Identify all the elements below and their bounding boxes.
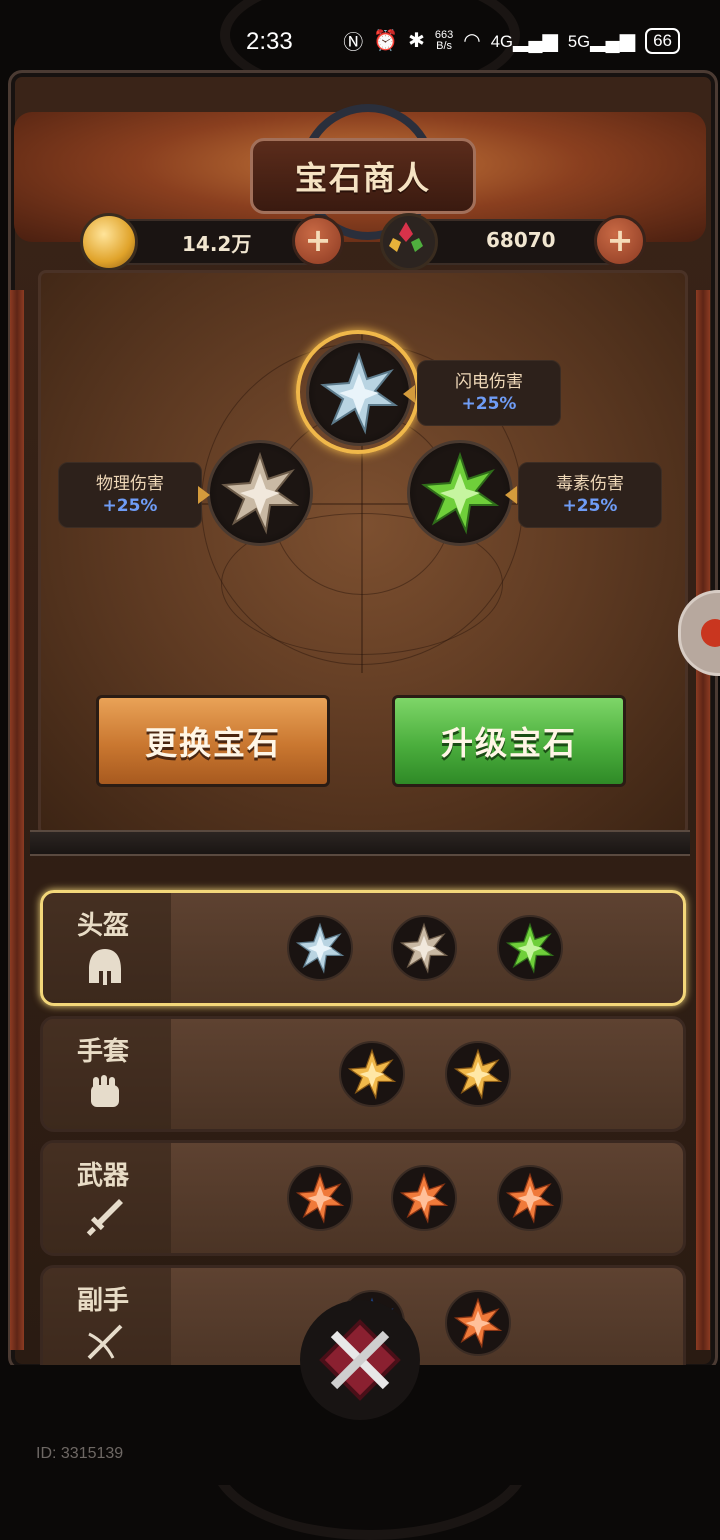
network-speed: 663 B/s [434,28,454,52]
orange-gem-icon [295,1172,345,1224]
change-gem-button[interactable]: 更换宝石 [96,695,330,787]
row-gem-slot[interactable] [287,915,353,981]
wifi-icon: ◠ [463,30,481,52]
physical-gem-icon [221,451,300,535]
gem-slot-poison[interactable] [407,440,513,546]
coin-amount: 14.2万 [182,232,252,256]
orange-gem-icon [453,1297,503,1349]
glove-icon [91,1075,119,1107]
bluetooth-icon: ✱ [408,30,425,52]
tooltip-arrow [505,486,517,504]
row-gem-slot[interactable] [497,1165,563,1231]
physical-gem-icon [399,922,449,974]
status-time: 2:33 [246,28,293,55]
poison-gem-icon [421,451,500,535]
orange-gem-icon [399,1172,449,1224]
gem-cluster-icon [389,222,423,252]
add-coins-button[interactable]: + [292,215,344,267]
alarm-icon: ⏰ [373,30,399,52]
row-label: 副手 [77,1286,130,1316]
equipment-row-helmet[interactable]: 头盔 [40,890,686,1006]
gem-currency-icon [380,213,438,271]
coin-icon [80,213,138,271]
poison-damage-tooltip: 毒素伤害 +25% [518,462,662,528]
tomato-icon [701,619,720,647]
sword-icon [86,1199,123,1236]
add-gems-button[interactable]: + [594,215,646,267]
signal-4g: 4G▂▄▆ [490,30,558,52]
gem-slot-physical[interactable] [207,440,313,546]
tooltip-arrow [403,385,415,403]
poison-gem-icon [505,922,555,974]
left-rail [10,290,24,1350]
gem-amount: 68070 [486,228,556,252]
crossbow-icon [87,1324,123,1360]
gem-slot-lightning[interactable] [306,340,412,446]
lightning-damage-tooltip: 闪电伤害 +25% [417,360,561,426]
panel-divider [30,830,690,856]
row-gem-slot[interactable] [287,1165,353,1231]
status-icons: Ⓝ ⏰ ✱ 663 B/s ◠ 4G▂▄▆ 5G▂▄▆ 66 [343,26,680,55]
row-gem-slot[interactable] [391,1165,457,1231]
lightning-gem-icon [320,351,399,435]
upgrade-gem-button[interactable]: 升级宝石 [392,695,626,787]
close-button[interactable] [300,1300,420,1420]
helmet-icon [89,949,121,985]
row-gem-slot[interactable] [391,915,457,981]
right-rail [696,290,710,1350]
nfc-icon: Ⓝ [343,32,364,54]
row-gem-slot[interactable] [497,915,563,981]
tooltip-arrow [198,486,210,504]
row-gem-slot[interactable] [445,1041,511,1107]
crossed-swords-icon [319,1319,401,1401]
row-gem-slot[interactable] [445,1290,511,1356]
battery-icon: 66 [645,27,680,54]
gold-gem-icon [453,1048,503,1100]
physical-damage-tooltip: 物理伤害 +25% [58,462,202,528]
row-label: 手套 [77,1037,130,1067]
equipment-row-weapon[interactable]: 武器 [40,1140,686,1256]
gold-gem-icon [347,1048,397,1100]
signal-5g: 5G▂▄▆ [567,30,636,52]
row-label: 武器 [77,1161,130,1191]
row-gem-slot[interactable] [339,1041,405,1107]
orange-gem-icon [505,1172,555,1224]
page-title: 宝石商人 [250,138,476,214]
lightning-gem-icon [295,922,345,974]
equipment-row-gloves[interactable]: 手套 [40,1016,686,1132]
row-label: 头盔 [77,911,130,941]
player-id: ID: 3315139 [36,1445,124,1462]
